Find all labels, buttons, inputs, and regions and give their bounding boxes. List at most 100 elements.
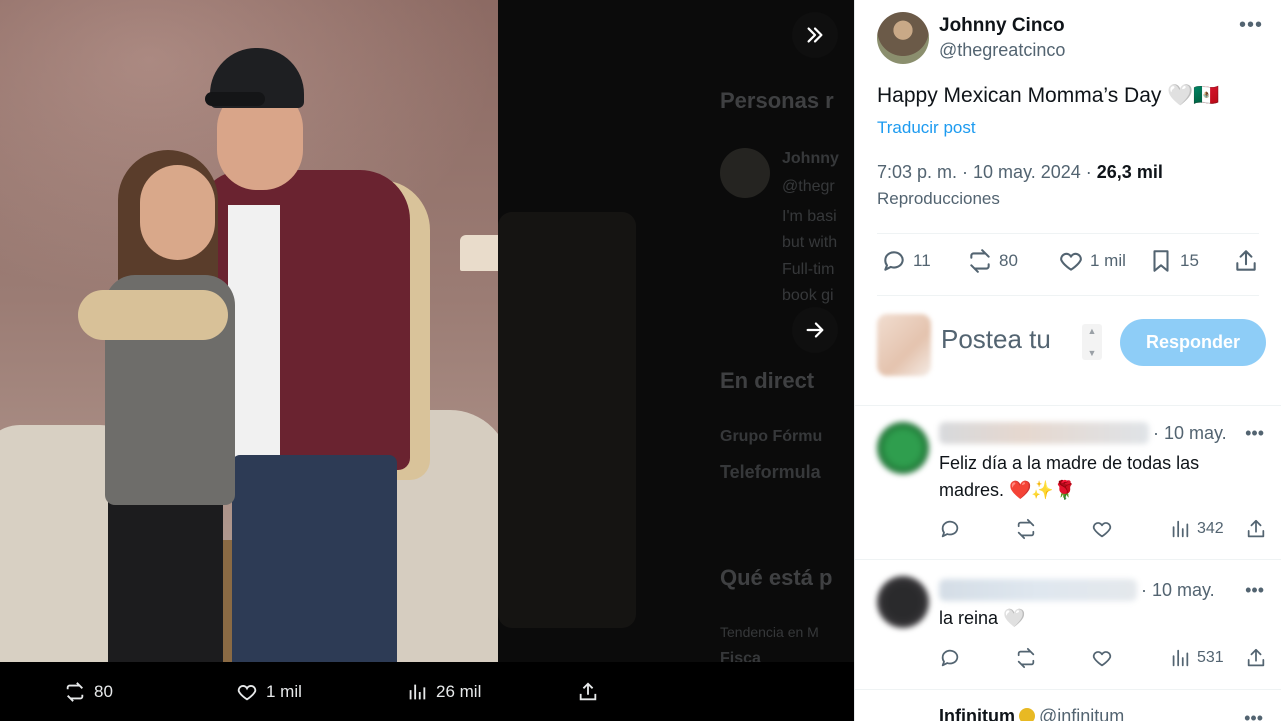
avatar[interactable] bbox=[877, 422, 929, 474]
more-options-icon[interactable]: ••• bbox=[1245, 580, 1264, 601]
views-chart-icon bbox=[1172, 520, 1189, 538]
reply-count: 11 bbox=[913, 251, 931, 270]
share-button[interactable] bbox=[1245, 518, 1267, 540]
author-handle[interactable]: @thegreatcinco bbox=[939, 40, 1065, 61]
repost-button[interactable] bbox=[1015, 518, 1037, 540]
background-bio-line: I'm basi bbox=[782, 208, 837, 225]
post-text: Happy Mexican Momma’s Day 🤍🇲🇽 bbox=[877, 84, 1220, 107]
like-button[interactable] bbox=[1091, 518, 1113, 540]
reply-bubble-icon bbox=[941, 520, 959, 538]
divider bbox=[877, 295, 1259, 296]
share-icon bbox=[1236, 250, 1256, 271]
repost-count: 80 bbox=[999, 251, 1018, 270]
media-repost-button[interactable]: 80 bbox=[64, 662, 113, 721]
media-views-count: 26 mil bbox=[436, 681, 482, 701]
reply-item[interactable]: · 10 may. ••• Feliz día a la madre de to… bbox=[855, 406, 1281, 560]
background-person-name: Johnny bbox=[782, 150, 839, 167]
background-bio-line: book gi bbox=[782, 287, 834, 304]
background-person-handle: @thegr bbox=[782, 178, 835, 195]
avatar[interactable] bbox=[877, 12, 929, 64]
reply-input[interactable]: Postea tu bbox=[941, 324, 1051, 355]
post-photo[interactable] bbox=[0, 0, 498, 662]
repost-icon bbox=[1017, 518, 1035, 540]
respond-button[interactable]: Responder bbox=[1120, 319, 1266, 366]
author-name[interactable]: Johnny Cinco bbox=[939, 15, 1065, 37]
share-icon bbox=[1247, 519, 1265, 538]
post-action-bar: 11 80 1 mil 15 bbox=[877, 248, 1262, 282]
post-author[interactable]: Johnny Cinco @thegreatcinco bbox=[877, 12, 1065, 64]
background-heading-trending: Qué está p bbox=[720, 565, 833, 590]
reply-date[interactable]: · 10 may. bbox=[1141, 580, 1215, 601]
more-options-icon[interactable]: ••• bbox=[1239, 14, 1263, 37]
chevron-down-icon[interactable]: ▼ bbox=[1088, 348, 1097, 358]
verified-badge-icon bbox=[1018, 708, 1035, 721]
avatar bbox=[877, 314, 931, 376]
next-media-button[interactable] bbox=[792, 307, 838, 353]
reply-author-name[interactable] bbox=[939, 579, 1137, 601]
background-live-source: Grupo Fórmu bbox=[720, 428, 823, 445]
reply-text: la reina 🤍 bbox=[939, 608, 1026, 628]
reply-bubble-icon bbox=[941, 649, 959, 667]
reply-composer: Postea tu ▲ ▼ Responder bbox=[855, 300, 1281, 406]
background-page: Personas r Johnny @thegr I'm basi but wi… bbox=[498, 0, 854, 721]
heart-icon bbox=[1092, 522, 1112, 538]
arrow-right-icon bbox=[806, 322, 824, 338]
like-count: 1 mil bbox=[1090, 251, 1126, 270]
repost-button[interactable] bbox=[1015, 647, 1037, 669]
media-like-count: 1 mil bbox=[266, 681, 302, 701]
background-heading-people: Personas r bbox=[720, 88, 834, 113]
reply-action-bar: 342 bbox=[939, 518, 1269, 544]
media-like-button[interactable]: 1 mil bbox=[236, 662, 302, 721]
media-share-button[interactable] bbox=[577, 662, 599, 721]
double-chevron-right-icon bbox=[807, 27, 823, 43]
media-views-button[interactable]: 26 mil bbox=[406, 662, 481, 721]
views-button[interactable]: 531 bbox=[1169, 647, 1224, 669]
repost-icon bbox=[1017, 647, 1035, 669]
translate-post-link[interactable]: Traducir post bbox=[877, 118, 976, 138]
like-button[interactable] bbox=[1091, 647, 1113, 669]
views-chart-icon bbox=[409, 684, 426, 699]
more-options-icon[interactable]: ••• bbox=[1244, 708, 1263, 721]
reply-action-bar: 531 bbox=[939, 647, 1269, 673]
media-viewer: Personas r Johnny @thegr I'm basi but wi… bbox=[0, 0, 854, 721]
repost-button[interactable]: 80 bbox=[967, 248, 1018, 274]
reply-button[interactable]: 11 bbox=[881, 248, 931, 274]
reply-text: Feliz día a la madre de todas las madres… bbox=[939, 453, 1200, 500]
background-avatar bbox=[720, 148, 770, 198]
post-detail-panel: Johnny Cinco @thegreatcinco ••• Happy Me… bbox=[854, 0, 1281, 721]
bookmark-count: 15 bbox=[1180, 251, 1199, 270]
background-trending-context: Tendencia en M bbox=[720, 624, 819, 640]
avatar[interactable] bbox=[877, 576, 929, 628]
lamp-shape bbox=[460, 235, 498, 271]
reply-button[interactable] bbox=[939, 647, 961, 669]
bookmark-button[interactable]: 15 bbox=[1148, 248, 1199, 274]
views-count: 531 bbox=[1197, 649, 1224, 666]
next-reply-author[interactable]: Infinitum @infinitum bbox=[939, 706, 1124, 721]
media-action-bar: 80 1 mil 26 mil bbox=[0, 662, 854, 721]
divider bbox=[877, 233, 1259, 234]
views-button[interactable]: 342 bbox=[1169, 518, 1224, 540]
views-chart-icon bbox=[1172, 649, 1189, 667]
share-icon bbox=[1247, 648, 1265, 667]
reply-bubble-icon bbox=[884, 251, 904, 271]
collapse-panel-button[interactable] bbox=[792, 12, 838, 58]
share-button[interactable] bbox=[1233, 248, 1259, 274]
views-count: 342 bbox=[1197, 520, 1224, 537]
views-count: 26,3 mil bbox=[1096, 162, 1163, 182]
share-button[interactable] bbox=[1245, 647, 1267, 669]
input-scroll-arrows[interactable]: ▲ ▼ bbox=[1082, 324, 1102, 360]
more-options-icon[interactable]: ••• bbox=[1245, 423, 1264, 444]
views-label: Reproducciones bbox=[877, 189, 1000, 208]
background-bio-line: Full-tim bbox=[782, 261, 835, 278]
share-icon bbox=[579, 681, 597, 700]
reply-date[interactable]: · 10 may. bbox=[1153, 423, 1227, 444]
heart-icon bbox=[237, 684, 257, 700]
reply-item[interactable]: · 10 may. ••• la reina 🤍 531 bbox=[855, 560, 1281, 690]
like-button[interactable]: 1 mil bbox=[1058, 248, 1126, 274]
repost-icon bbox=[970, 249, 990, 273]
bookmark-icon bbox=[1153, 250, 1169, 272]
reply-author-name[interactable] bbox=[939, 422, 1149, 444]
post-timestamp[interactable]: 7:03 p. m. · 10 may. 2024 · 26,3 mil bbox=[877, 162, 1163, 183]
reply-button[interactable] bbox=[939, 518, 961, 540]
chevron-up-icon[interactable]: ▲ bbox=[1088, 326, 1097, 336]
